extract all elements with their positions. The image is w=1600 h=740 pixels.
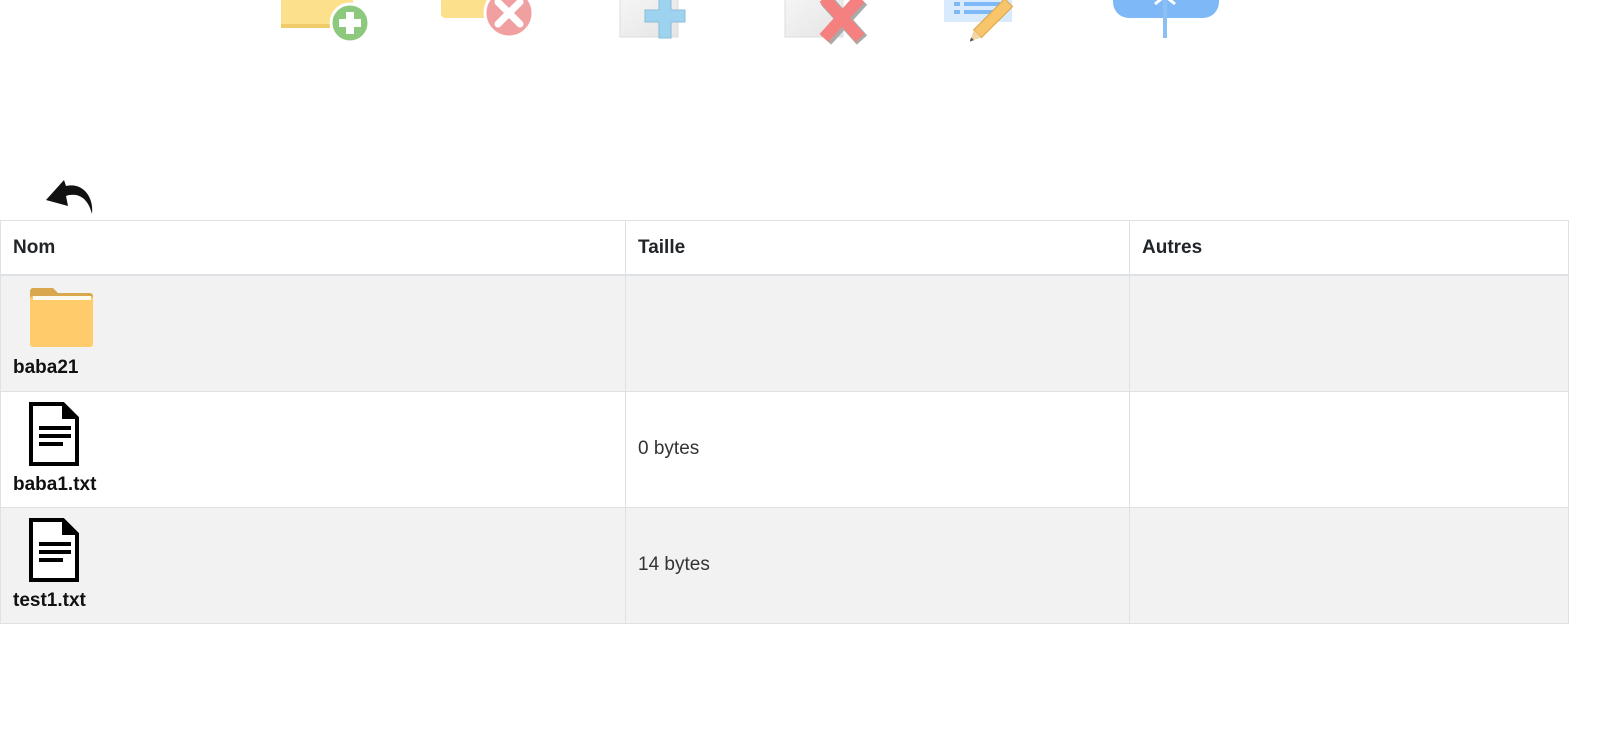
file-table: Nom Taille Autres baba21 baba1.txt 0 byt… (0, 220, 1569, 624)
name-cell: test1.txt (0, 506, 626, 624)
folder-icon[interactable] (29, 287, 613, 355)
entry-name[interactable]: baba21 (13, 357, 613, 379)
text-file-icon[interactable] (29, 518, 613, 588)
table-row[interactable]: baba21 (0, 274, 1569, 392)
entry-name[interactable]: test1.txt (13, 590, 613, 612)
size-cell: 0 bytes (625, 390, 1130, 508)
other-cell (1129, 274, 1569, 392)
other-cell (1129, 506, 1569, 624)
size-cell (625, 274, 1130, 392)
entry-name[interactable]: baba1.txt (13, 474, 613, 496)
column-header-other: Autres (1129, 220, 1569, 276)
text-file-icon[interactable] (29, 402, 613, 472)
add-folder-icon[interactable] (279, 0, 374, 46)
name-cell: baba21 (0, 274, 626, 392)
column-header-size: Taille (625, 220, 1130, 276)
other-cell (1129, 390, 1569, 508)
size-text: 14 bytes (638, 554, 710, 575)
edit-file-icon[interactable] (942, 0, 1032, 46)
column-header-name: Nom (0, 220, 626, 276)
delete-file-icon[interactable] (784, 0, 868, 46)
table-header-row: Nom Taille Autres (0, 220, 1569, 276)
table-row[interactable]: baba1.txt 0 bytes (0, 390, 1569, 508)
toolbar (0, 0, 1600, 50)
name-cell: baba1.txt (0, 390, 626, 508)
table-row[interactable]: test1.txt 14 bytes (0, 506, 1569, 624)
upload-icon[interactable] (1111, 0, 1221, 46)
back-arrow-icon[interactable] (44, 176, 98, 218)
size-cell: 14 bytes (625, 506, 1130, 624)
delete-folder-icon[interactable] (440, 0, 540, 46)
size-text: 0 bytes (638, 438, 700, 459)
add-file-icon[interactable] (619, 0, 703, 46)
